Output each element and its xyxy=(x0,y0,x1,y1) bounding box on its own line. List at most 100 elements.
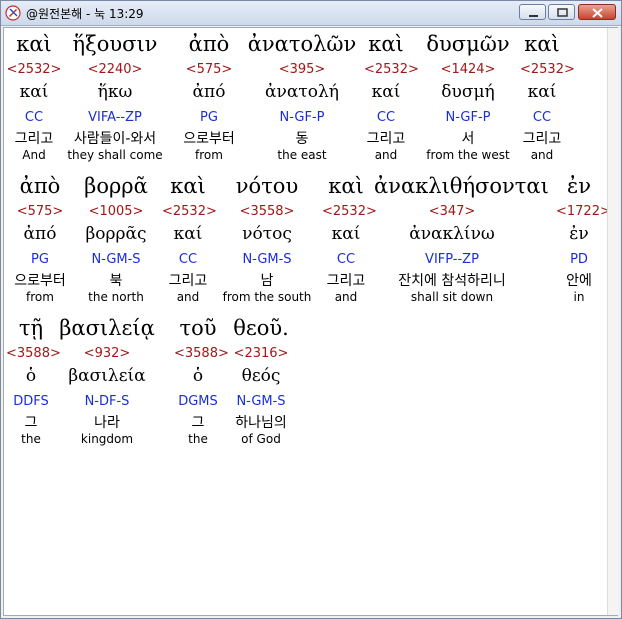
parsing-code: N-GF-P xyxy=(279,110,325,125)
greek-word: καὶ xyxy=(328,174,364,198)
parsing-code: DDFS xyxy=(13,394,49,409)
strong-number: <2532> xyxy=(6,62,62,77)
strong-number: <1424> xyxy=(440,62,496,77)
english-gloss: and xyxy=(334,290,358,304)
parsing-code: PG xyxy=(200,110,218,125)
lexical-form: καί xyxy=(331,224,361,244)
korean-gloss: 동 xyxy=(295,131,309,147)
english-gloss: in xyxy=(573,290,585,304)
interlinear-word[interactable]: καὶ <2532> καί CC 그리고 And xyxy=(6,32,62,168)
greek-word: καὶ xyxy=(16,32,52,56)
strong-number: <395> xyxy=(278,62,326,77)
korean-gloss: 그 xyxy=(191,415,205,431)
korean-gloss: 사람들이-와서 xyxy=(73,131,157,147)
greek-word: τοῦ xyxy=(179,316,217,340)
interlinear-word[interactable]: ἥξουσιν <2240> ἥκω VIFA--ZP 사람들이-와서 they shal… xyxy=(62,32,168,168)
title-bar[interactable]: @원전본해 - 눅 13:29 xyxy=(1,1,621,26)
lexical-form: δυσμή xyxy=(441,82,495,102)
english-gloss: the xyxy=(21,432,41,446)
greek-word: ἀπὸ xyxy=(188,32,230,56)
interlinear-word[interactable]: τῇ <3588> ὁ DDFS 그 the xyxy=(6,316,61,452)
strong-number: <347> xyxy=(428,204,476,219)
greek-word: καὶ xyxy=(170,174,206,198)
english-gloss: of God xyxy=(241,432,281,446)
lexical-form: ἀνακλίνω xyxy=(409,224,495,244)
korean-gloss: 그리고 xyxy=(326,273,366,289)
greek-word: βορρᾶ xyxy=(84,174,148,198)
interlinear-word[interactable]: βασιλείᾳ <932> βασιλεία N-DF-S 나라 kingdom xyxy=(56,316,158,452)
greek-word: θεοῦ. xyxy=(233,316,289,340)
strong-number: <575> xyxy=(16,204,64,219)
korean-gloss: 그리고 xyxy=(366,131,406,147)
strong-number: <2532> xyxy=(162,204,217,219)
korean-gloss: 서 xyxy=(461,131,475,147)
parsing-code: N-GM-S xyxy=(91,252,141,267)
korean-gloss: 그리고 xyxy=(522,131,562,147)
parsing-code: PG xyxy=(31,252,49,267)
interlinear-word[interactable]: ἐν <1722> ἐν PD 안에 in xyxy=(556,174,611,310)
lexical-form: ἀπό xyxy=(23,224,57,244)
lexical-form: καί xyxy=(19,82,49,102)
greek-word: νότου xyxy=(235,174,299,198)
interlinear-word[interactable]: καὶ <2532> καί CC 그리고 and xyxy=(364,32,419,168)
interlinear-word[interactable]: βορρᾶ <1005> βορρᾶς N-GM-S 북 the north xyxy=(70,174,162,310)
korean-gloss: 북 xyxy=(109,273,123,289)
lexical-form: καί xyxy=(371,82,401,102)
korean-gloss: 으로부터 xyxy=(183,131,235,147)
minimize-icon xyxy=(529,15,538,17)
lexical-form: βασιλεία xyxy=(68,366,146,386)
strong-number: <932> xyxy=(83,346,131,361)
interlinear-word[interactable]: ἀνατολῶν <395> ἀνατολή N-GF-P 동 the east xyxy=(240,32,364,168)
interlinear-word[interactable]: νότου <3558> νότος N-GM-S 남 from the south xyxy=(214,174,320,310)
strong-number: <1005> xyxy=(88,204,144,219)
english-gloss: the xyxy=(188,432,208,446)
strong-number: <2316> xyxy=(233,346,289,361)
korean-gloss: 그 xyxy=(24,415,38,431)
korean-gloss: 안에 xyxy=(566,273,592,289)
strong-number: <3558> xyxy=(239,204,295,219)
english-gloss: shall sit down xyxy=(410,290,494,304)
interlinear-word[interactable]: ἀπὸ <575> ἀπό PG 으로부터 from xyxy=(174,32,244,168)
english-gloss: kingdom xyxy=(80,432,134,446)
maximize-icon xyxy=(557,8,568,17)
greek-word: τῇ xyxy=(18,316,44,340)
lexical-form: ὁ xyxy=(192,366,204,386)
lexical-form: ἥκω xyxy=(97,82,133,102)
korean-gloss: 잔치에 참석하리니 xyxy=(398,273,506,289)
interlinear-word[interactable]: ἀπὸ <575> ἀπό PG 으로부터 from xyxy=(10,174,70,310)
interlinear-word[interactable]: τοῦ <3588> ὁ DGMS 그 the xyxy=(174,316,229,452)
parsing-code: PD xyxy=(570,252,588,267)
interlinear-word[interactable]: καὶ <2532> καί CC 그리고 and xyxy=(520,32,575,168)
korean-gloss: 그리고 xyxy=(168,273,208,289)
english-gloss: and xyxy=(176,290,200,304)
interlinear-view[interactable]: καὶ <2532> καί CC 그리고 And ἥξουσιν <2240> ἥκω VIFA… xyxy=(3,27,618,616)
interlinear-word[interactable]: δυσμῶν <1424> δυσμή N-GF-P 서 from the west xyxy=(416,32,520,168)
parsing-code: N-GM-S xyxy=(242,252,292,267)
close-button[interactable] xyxy=(578,4,616,20)
parsing-code: N-GF-P xyxy=(445,110,491,125)
minimize-button[interactable] xyxy=(519,4,546,20)
greek-word: ἥξουσιν xyxy=(72,32,158,56)
english-gloss: the north xyxy=(88,290,144,304)
maximize-button[interactable] xyxy=(548,4,575,20)
window-title: @원전본해 - 눅 13:29 xyxy=(26,7,144,21)
strong-number: <2532> xyxy=(364,62,419,77)
greek-word: καὶ xyxy=(524,32,560,56)
interlinear-word[interactable]: καὶ <2532> καί CC 그리고 and xyxy=(162,174,217,310)
interlinear-word[interactable]: ἀνακλιθήσονται <347> ἀνακλίνω VIFP--ZP 잔치에 참… xyxy=(374,174,549,310)
lexical-form: ἀπό xyxy=(192,82,226,102)
lexical-form: καί xyxy=(173,224,203,244)
app-window: @원전본해 - 눅 13:29 καὶ <2532> καί CC 그리고 And ἥξου… xyxy=(0,0,622,619)
vertical-scrollbar[interactable] xyxy=(607,28,618,615)
greek-word: καὶ xyxy=(368,32,404,56)
parsing-code: CC xyxy=(178,252,198,267)
lexical-form: νότος xyxy=(242,224,292,244)
interlinear-word[interactable]: θεοῦ. <2316> θεός N-GM-S 하나님의 of God xyxy=(230,316,292,452)
greek-word: ἀνακλιθήσονται xyxy=(374,174,549,198)
parsing-code: DGMS xyxy=(178,394,218,409)
lexical-form: ἐν xyxy=(569,224,589,244)
book-app-icon xyxy=(5,5,21,21)
interlinear-word[interactable]: καὶ <2532> καί CC 그리고 and xyxy=(322,174,377,310)
strong-number: <3588> xyxy=(6,346,61,361)
korean-gloss: 남 xyxy=(260,273,274,289)
